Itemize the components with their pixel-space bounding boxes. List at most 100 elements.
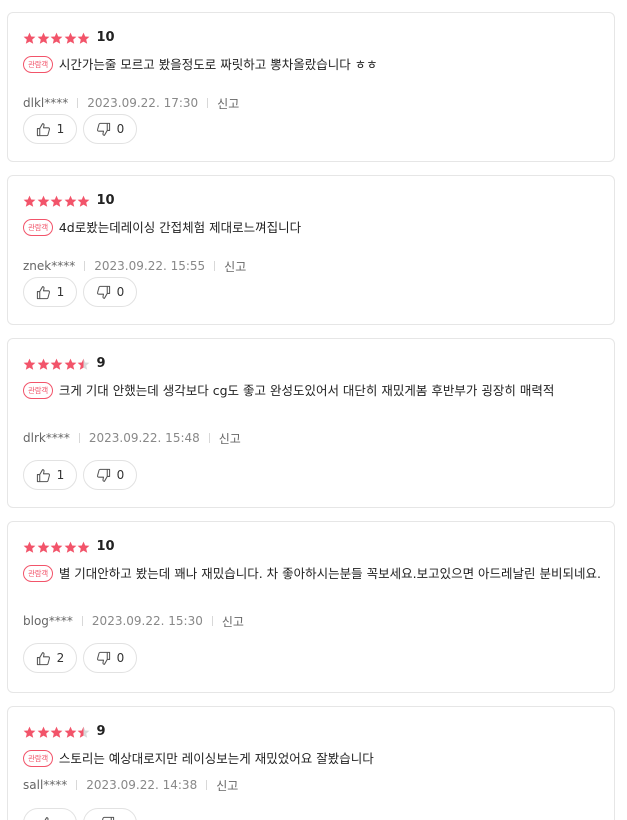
thumbs-up-icon	[36, 651, 50, 665]
like-count: 1	[56, 122, 65, 136]
rating-row: 10	[23, 192, 115, 210]
divider	[77, 98, 79, 108]
star-icon	[50, 541, 63, 553]
dislike-count: 0	[116, 468, 125, 482]
report-link[interactable]: 신고	[219, 430, 241, 447]
star-rating	[23, 358, 91, 371]
dislike-button[interactable]: 0	[83, 277, 137, 307]
review-meta: znek**** 2023.09.22. 15:55 신고	[23, 258, 246, 274]
viewer-badge: 관람객	[23, 219, 53, 236]
thumbs-up-icon	[36, 122, 50, 136]
divider	[78, 433, 80, 443]
divider	[211, 616, 213, 626]
star-icon	[64, 32, 76, 44]
review-card: 10 관람객 4d로봤는데레이싱 간접체험 제대로느껴집니다 znek**** 2023…	[7, 175, 615, 325]
review-text: 스토리는 예상대로지만 레이싱보는게 재밌었어요 잘봤습니다	[58, 751, 374, 766]
star-icon	[64, 358, 76, 370]
comment-row: 관람객 4d로봤는데레이싱 간접체험 제대로느껴집니다	[23, 217, 601, 238]
review-meta: blog**** 2023.09.22. 15:30 신고	[23, 613, 244, 629]
rating-score: 10	[96, 30, 115, 45]
star-icon	[64, 541, 76, 553]
thumbs-up-icon	[36, 468, 50, 482]
review-card: 10 관람객 별 기대안하고 봤는데 꽤나 재밌습니다. 차 좋아하시는분들 꼭보세…	[7, 521, 615, 693]
star-icon	[23, 195, 36, 207]
reviewer-id: znek****	[23, 259, 76, 273]
thumbs-up-icon	[36, 285, 50, 299]
review-meta: dlrk**** 2023.09.22. 15:48 신고	[23, 430, 241, 446]
star-rating	[23, 32, 91, 45]
reviewer-id: dlrk****	[23, 431, 70, 445]
star-icon	[23, 32, 36, 44]
divider	[206, 780, 208, 790]
review-card: 9 관람객 크게 기대 안했는데 생각보다 cg도 좋고 완성도있어서 대단히 재밌…	[7, 338, 615, 508]
vote-buttons: 20	[23, 643, 143, 673]
rating-score: 9	[96, 356, 106, 371]
dislike-button[interactable]: 0	[83, 114, 137, 144]
vote-buttons: 10	[23, 277, 143, 307]
vote-buttons: 10	[23, 114, 143, 144]
dislike-button[interactable]: 0	[83, 460, 137, 490]
star-icon	[64, 195, 76, 207]
star-rating	[23, 726, 91, 739]
divider	[81, 616, 83, 626]
star-icon	[37, 541, 49, 553]
divider	[208, 433, 210, 443]
viewer-badge: 관람객	[23, 382, 53, 399]
report-link[interactable]: 신고	[217, 95, 239, 112]
rating-row: 9	[23, 723, 106, 741]
like-button[interactable]	[23, 808, 77, 820]
vote-buttons: 10	[23, 460, 143, 490]
comment-row: 관람객 스토리는 예상대로지만 레이싱보는게 재밌었어요 잘봤습니다	[23, 748, 601, 769]
report-link[interactable]: 신고	[222, 613, 244, 630]
viewer-badge: 관람객	[23, 750, 53, 767]
star-icon	[64, 726, 76, 738]
review-date: 2023.09.22. 15:30	[91, 614, 203, 628]
star-icon	[50, 726, 63, 738]
star-rating	[23, 195, 91, 208]
star-icon	[50, 358, 63, 370]
star-icon	[37, 726, 49, 738]
review-text: 크게 기대 안했는데 생각보다 cg도 좋고 완성도있어서 대단히 재밌게봄 후…	[58, 383, 555, 398]
review-meta: dlkl**** 2023.09.22. 17:30 신고	[23, 95, 239, 111]
star-icon	[37, 195, 49, 207]
star-icon	[23, 358, 36, 370]
thumbs-down-icon	[96, 122, 110, 136]
star-icon	[50, 195, 63, 207]
like-button[interactable]: 1	[23, 114, 77, 144]
star-icon	[77, 358, 90, 370]
rating-score: 10	[96, 539, 115, 554]
viewer-badge: 관람객	[23, 56, 53, 73]
rating-score: 10	[96, 193, 115, 208]
star-icon	[37, 32, 49, 44]
dislike-count: 0	[116, 285, 125, 299]
report-link[interactable]: 신고	[224, 258, 246, 275]
review-date: 2023.09.22. 17:30	[87, 96, 199, 110]
star-icon	[50, 32, 63, 44]
review-text: 별 기대안하고 봤는데 꽤나 재밌습니다. 차 좋아하시는분들 꼭보세요.보고있…	[58, 566, 601, 581]
review-text: 시간가는줄 모르고 봤을정도로 짜릿하고 뽕차올랐습니다 ㅎㅎ	[58, 57, 378, 72]
star-icon	[77, 541, 90, 553]
vote-buttons	[23, 808, 143, 820]
like-button[interactable]: 1	[23, 277, 77, 307]
review-card: 10 관람객 시간가는줄 모르고 봤을정도로 짜릿하고 뽕차올랐습니다 ㅎㅎ dlkl…	[7, 12, 615, 162]
viewer-badge: 관람객	[23, 565, 53, 582]
review-date: 2023.09.22. 15:48	[88, 431, 200, 445]
dislike-button[interactable]: 0	[83, 643, 137, 673]
report-link[interactable]: 신고	[216, 777, 238, 794]
dislike-button[interactable]	[83, 808, 137, 820]
review-meta: sall**** 2023.09.22. 14:38 신고	[23, 777, 238, 793]
like-count: 2	[56, 651, 65, 665]
like-button[interactable]: 2	[23, 643, 77, 673]
review-date: 2023.09.22. 14:38	[86, 778, 198, 792]
reviewer-id: sall****	[23, 778, 68, 792]
rating-row: 10	[23, 538, 115, 556]
star-icon	[77, 726, 90, 738]
review-card: 9 관람객 스토리는 예상대로지만 레이싱보는게 재밌었어요 잘봤습니다 sall**…	[7, 706, 615, 820]
thumbs-down-icon	[96, 468, 110, 482]
comment-row: 관람객 별 기대안하고 봤는데 꽤나 재밌습니다. 차 좋아하시는분들 꼭보세요.…	[23, 563, 601, 584]
star-rating	[23, 541, 91, 554]
divider	[84, 261, 86, 271]
like-button[interactable]: 1	[23, 460, 77, 490]
reviewer-id: blog****	[23, 614, 73, 628]
like-count: 1	[56, 468, 65, 482]
